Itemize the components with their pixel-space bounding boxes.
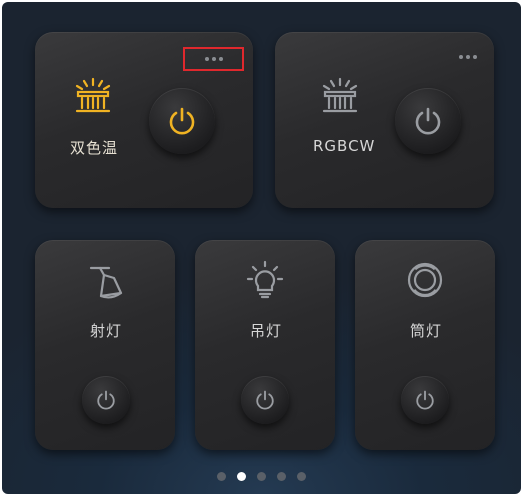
card-dual-temp[interactable]: 双色温 [35,32,253,208]
power-icon [416,390,434,410]
power-button[interactable] [82,376,130,424]
card-label: 筒灯 [410,322,443,340]
power-icon [97,390,115,410]
card-label: 射灯 [90,322,123,340]
power-button[interactable] [401,376,449,424]
strip-light-icon [75,77,111,113]
card-rgbcw[interactable]: RGBCW [275,32,494,208]
page-indicator [2,472,521,481]
device-dashboard: 双色温 RGBCW 射灯 吊灯 筒灯 [2,2,521,494]
card-pendant[interactable]: 吊灯 [195,240,335,450]
card-label: 双色温 [70,139,119,157]
power-icon [415,107,441,135]
card-label: RGBCW [313,137,376,155]
card-label: 吊灯 [250,322,283,340]
page-dot[interactable] [277,472,286,481]
page-dot-active[interactable] [237,472,246,481]
downlight-icon [407,262,443,298]
more-options-button[interactable] [453,51,483,63]
page-dot[interactable] [297,472,306,481]
spotlight-icon [89,266,123,299]
card-downlight[interactable]: 筒灯 [355,240,495,450]
page-dot[interactable] [217,472,226,481]
power-icon [169,107,195,135]
power-button[interactable] [395,88,461,154]
power-button[interactable] [149,88,215,154]
more-options-button[interactable] [183,47,244,71]
power-button[interactable] [241,376,289,424]
page-dot[interactable] [257,472,266,481]
strip-light-icon [322,77,358,113]
card-spotlight[interactable]: 射灯 [35,240,175,450]
bulb-icon [246,260,284,299]
power-icon [256,390,274,410]
